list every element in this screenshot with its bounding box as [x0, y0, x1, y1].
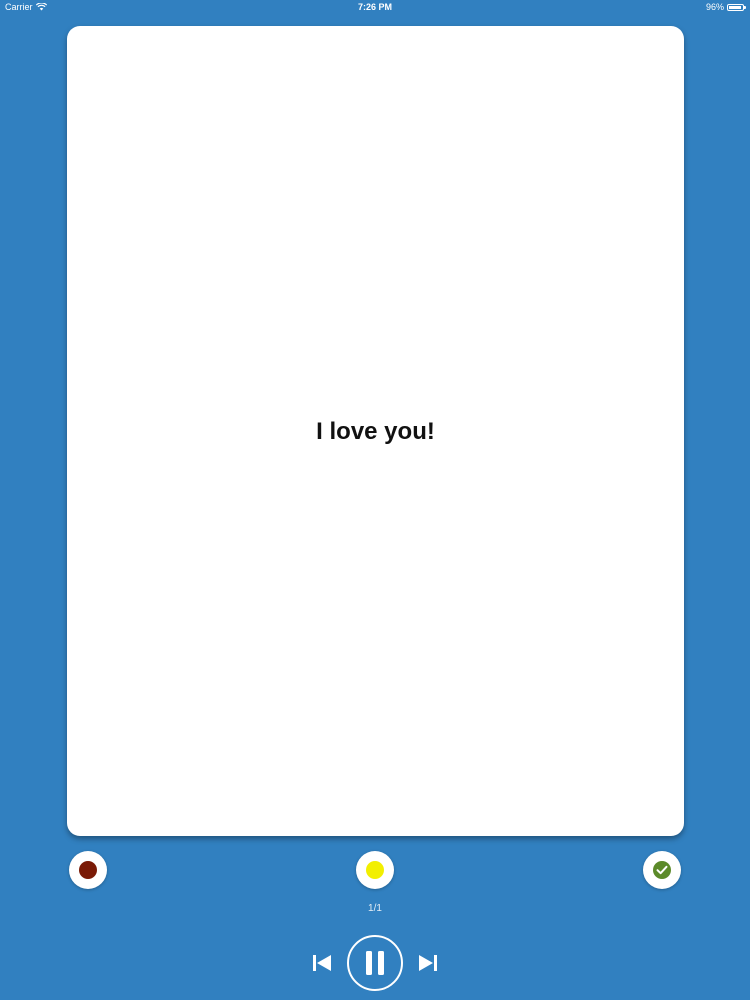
status-time: 7:26 PM — [357, 2, 392, 12]
check-mark-icon — [653, 861, 671, 879]
pause-button[interactable] — [347, 935, 403, 991]
battery-icon — [727, 3, 746, 11]
flash-card[interactable]: I love you! — [67, 26, 684, 836]
card-text: I love you! — [316, 418, 435, 445]
rate-yellow-button[interactable] — [356, 851, 394, 889]
rate-red-button[interactable] — [69, 851, 107, 889]
page-counter: 1/1 — [368, 903, 382, 914]
player-controls — [0, 935, 750, 991]
yellow-dot-icon — [366, 861, 384, 879]
rate-check-button[interactable] — [643, 851, 681, 889]
next-button[interactable] — [415, 951, 441, 975]
battery-fill — [729, 5, 742, 9]
status-bar: Carrier 7:26 PM 96% — [0, 0, 750, 14]
battery-percent: 96% — [705, 2, 724, 12]
status-right: 96% — [705, 0, 746, 14]
red-dot-icon — [79, 861, 97, 879]
skip-previous-icon — [313, 955, 331, 971]
skip-next-icon — [419, 955, 437, 971]
previous-button[interactable] — [309, 951, 335, 975]
pause-icon — [366, 951, 384, 975]
